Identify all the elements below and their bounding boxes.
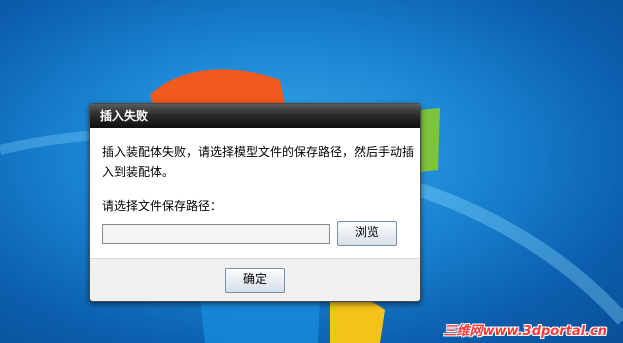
- insert-failed-dialog: 插入失败 插入装配体失败，请选择模型文件的保存路径，然后手动插入到装配体。 请选…: [89, 103, 421, 302]
- path-label: 请选择文件保存路径：: [102, 199, 223, 213]
- save-path-input[interactable]: [102, 223, 330, 244]
- browse-button[interactable]: 浏览: [337, 221, 397, 246]
- dialog-title: 插入失败: [90, 104, 420, 128]
- dialog-footer: 确定: [90, 258, 420, 301]
- desktop-background: 插入失败 插入装配体失败，请选择模型文件的保存路径，然后手动插入到装配体。 请选…: [0, 0, 623, 343]
- site-watermark: 三维网www.3dportal.cn: [443, 324, 607, 339]
- error-message: 插入装配体失败，请选择模型文件的保存路径，然后手动插入到装配体。: [102, 145, 415, 179]
- ok-button[interactable]: 确定: [225, 267, 285, 293]
